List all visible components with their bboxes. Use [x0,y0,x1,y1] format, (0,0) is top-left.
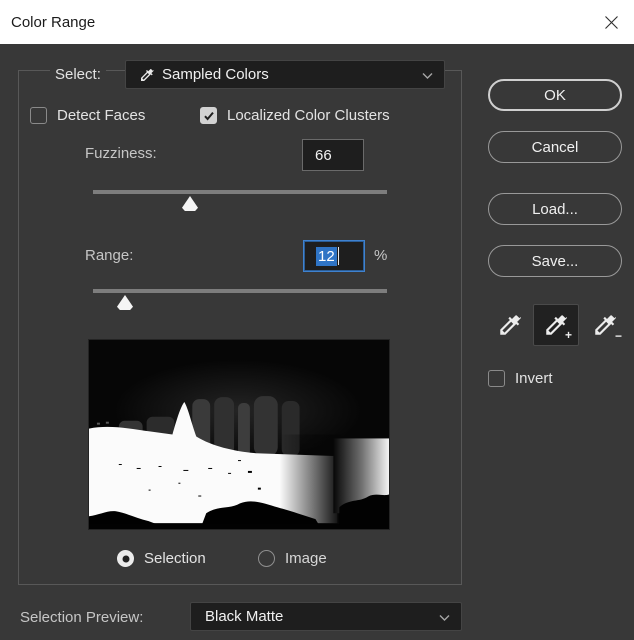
dialog-body: Select: Sampled Colors Detect Faces Loca… [0,44,634,640]
selection-matte-preview[interactable] [88,339,390,530]
range-slider-track[interactable] [93,289,387,293]
selection-radio-option: Selection [117,550,206,567]
localized-clusters-option: Localized Color Clusters [200,107,390,124]
plus-badge: + [564,328,572,342]
detect-faces-label: Detect Faces [57,107,146,124]
eyedropper-icon [139,67,155,83]
invert-checkbox[interactable] [488,370,505,387]
image-radio-option: Image [258,550,327,567]
check-icon [203,111,214,121]
save-button[interactable]: Save... [488,245,622,277]
ok-button[interactable]: OK [488,79,622,111]
close-icon[interactable] [596,8,626,36]
select-row: Select: [50,66,106,83]
eyedropper-add-button[interactable]: + [533,304,579,346]
eyedropper-icon [500,315,521,335]
selection-preview-dropdown[interactable]: Black Matte [190,602,462,631]
select-dropdown[interactable]: Sampled Colors [125,60,445,89]
minus-badge: − [614,329,622,343]
range-label: Range: [85,247,134,264]
image-radio-label: Image [285,550,327,567]
select-label: Select: [50,66,106,83]
localized-clusters-label: Localized Color Clusters [227,107,390,124]
selection-preview-value: Black Matte [205,608,284,625]
detect-faces-checkbox[interactable] [30,107,47,124]
titlebar: Color Range [0,0,634,44]
eyedropper-subtract-button[interactable]: − [582,304,628,346]
localized-clusters-checkbox[interactable] [200,107,217,124]
chevron-down-icon [439,608,450,625]
text-caret [337,247,339,265]
fuzziness-input[interactable]: 66 [302,139,364,171]
eyedropper-sample-button[interactable] [487,304,533,346]
fuzziness-row: Fuzziness: [85,145,157,162]
fuzziness-label: Fuzziness: [85,145,157,162]
selection-preview-label: Selection Preview: [20,609,144,626]
dialog-title: Color Range [11,13,96,31]
fuzziness-value: 66 [315,146,332,164]
load-button[interactable]: Load... [488,193,622,225]
invert-label: Invert [515,370,553,387]
range-input[interactable]: 12 [303,240,365,272]
image-radio[interactable] [258,550,275,567]
selection-radio-label: Selection [144,550,206,567]
range-value: 12 [316,246,337,266]
range-row: Range: [85,247,133,264]
select-dropdown-value: Sampled Colors [162,66,269,83]
detect-faces-option: Detect Faces [30,107,145,124]
fuzziness-slider-track[interactable] [93,190,387,194]
range-unit: % [374,247,388,264]
color-range-dialog: Color Range Select: Sampled Colors Detec… [0,0,634,640]
chevron-down-icon [422,66,433,83]
selection-preview-row: Selection Preview: [20,609,143,626]
invert-option: Invert [488,370,553,387]
cancel-button[interactable]: Cancel [488,131,622,163]
selection-radio[interactable] [117,550,134,567]
